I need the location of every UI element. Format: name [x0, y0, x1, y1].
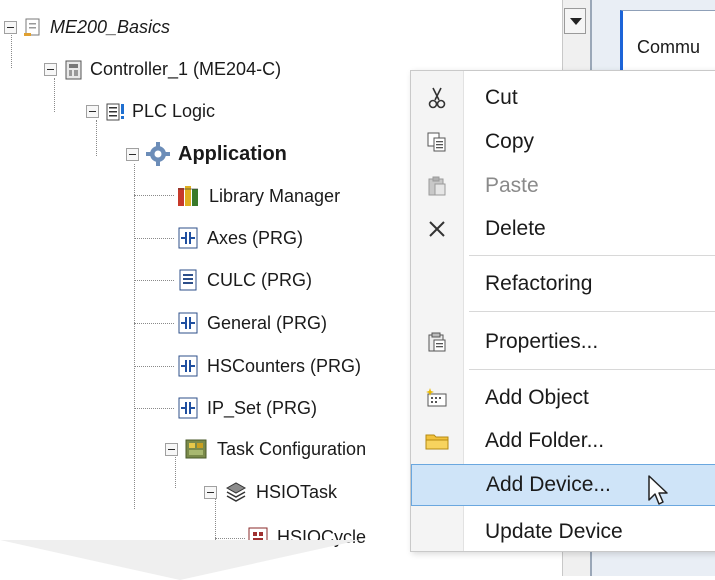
plc-logic-icon [105, 101, 125, 121]
tree-node-controller[interactable]: Controller_1 (ME204-C) [44, 52, 281, 86]
menu-separator [469, 311, 715, 312]
folder-icon [411, 420, 463, 462]
tree-node-label: CULC (PRG) [207, 269, 313, 290]
tree-node-label: General (PRG) [207, 312, 328, 333]
tree-node-application[interactable]: Application [126, 137, 287, 171]
tree-node-label: Library Manager [209, 185, 341, 206]
tree-connector [215, 538, 245, 539]
tree-node-hsiotask[interactable]: HSIOTask [204, 475, 337, 509]
application-gear-icon [145, 141, 171, 167]
collapse-toggle[interactable] [204, 485, 217, 499]
prg-icon [176, 354, 200, 378]
menu-separator [469, 369, 715, 370]
tree-connector [134, 280, 174, 281]
watermark-shape [0, 540, 360, 580]
menu-item-label: Paste [485, 174, 539, 197]
tree-node-label: ME200_Basics [50, 16, 171, 37]
properties-icon [411, 321, 463, 363]
tree-node-label: HSIOTask [256, 481, 338, 502]
tree-node-label: IP_Set (PRG) [207, 397, 318, 418]
tree-node-library-manager[interactable]: Library Manager [176, 179, 340, 213]
menu-item-label: Refactoring [485, 272, 593, 295]
tree-connector [134, 323, 174, 324]
task-configuration-icon [184, 437, 210, 461]
menu-item-refactoring[interactable]: Refactoring [411, 263, 715, 305]
tree-connector [134, 408, 174, 409]
menu-item-no-icon [411, 511, 463, 551]
tree-node-task-configuration[interactable]: Task Configuration [165, 432, 366, 466]
menu-item-delete[interactable]: Delete [411, 208, 715, 250]
menu-item-cut[interactable]: Cut [411, 77, 715, 119]
menu-item-label: Cut [485, 86, 518, 109]
tree-node-label: Task Configuration [217, 438, 367, 459]
menu-item-label: Add Folder... [485, 429, 605, 452]
tree-connector [134, 195, 174, 196]
collapse-toggle[interactable] [4, 20, 17, 34]
prg-icon [176, 311, 200, 335]
tree-node-label: PLC Logic [132, 100, 216, 121]
menu-item-label: Update Device [485, 520, 623, 543]
prg-icon [176, 396, 200, 420]
menu-item-no-icon [412, 464, 464, 506]
project-icon [23, 17, 43, 37]
menu-item-no-icon [411, 263, 463, 305]
menu-item-label: Add Object [485, 386, 589, 409]
tree-node-label: Controller_1 (ME204-C) [90, 58, 282, 79]
tree-node-label: HSCounters (PRG) [207, 355, 362, 376]
menu-item-label: Copy [485, 130, 535, 153]
menu-item-paste[interactable]: Paste [411, 165, 715, 207]
collapse-toggle[interactable] [44, 62, 57, 76]
menu-item-copy[interactable]: Copy [411, 121, 715, 163]
communication-tab-label: Commu [637, 37, 701, 57]
dropdown-arrow-button[interactable] [564, 8, 586, 34]
tree-node-label: Application [178, 142, 287, 165]
tree-node-general[interactable]: General (PRG) [176, 306, 327, 340]
collapse-toggle[interactable] [86, 104, 99, 118]
menu-item-label: Delete [485, 217, 546, 240]
tree-node-project[interactable]: ME200_Basics [4, 10, 170, 44]
copy-icon [411, 121, 463, 163]
tree-connector [134, 164, 135, 509]
tree-node-hscounters[interactable]: HSCounters (PRG) [176, 349, 361, 383]
tree-connector [134, 366, 174, 367]
tree-node-plc-logic[interactable]: PLC Logic [86, 94, 215, 128]
menu-item-properties[interactable]: Properties... [411, 321, 715, 363]
scissors-icon [411, 77, 463, 119]
collapse-toggle[interactable] [165, 442, 178, 456]
controller-icon [63, 59, 83, 80]
menu-item-label: Add Device... [486, 473, 611, 496]
tree-node-culc[interactable]: CULC (PRG) [176, 263, 312, 297]
document-icon [176, 268, 200, 292]
delete-x-icon [411, 208, 463, 250]
menu-item-add-folder[interactable]: Add Folder... [411, 420, 715, 462]
menu-item-label: Properties... [485, 330, 599, 353]
collapse-toggle[interactable] [126, 147, 139, 161]
tree-node-axes[interactable]: Axes (PRG) [176, 221, 303, 255]
prg-icon [176, 226, 200, 250]
mouse-pointer-icon [648, 475, 668, 505]
menu-item-update-device[interactable]: Update Device [411, 511, 715, 551]
add-object-icon [411, 377, 463, 419]
task-icon [223, 480, 249, 504]
paste-icon [411, 165, 463, 207]
menu-separator [469, 255, 715, 256]
menu-item-add-object[interactable]: Add Object [411, 377, 715, 419]
tree-node-label: Axes (PRG) [207, 227, 304, 248]
tree-node-ip-set[interactable]: IP_Set (PRG) [176, 391, 317, 425]
tree-connector [134, 238, 174, 239]
library-manager-icon [176, 184, 202, 208]
